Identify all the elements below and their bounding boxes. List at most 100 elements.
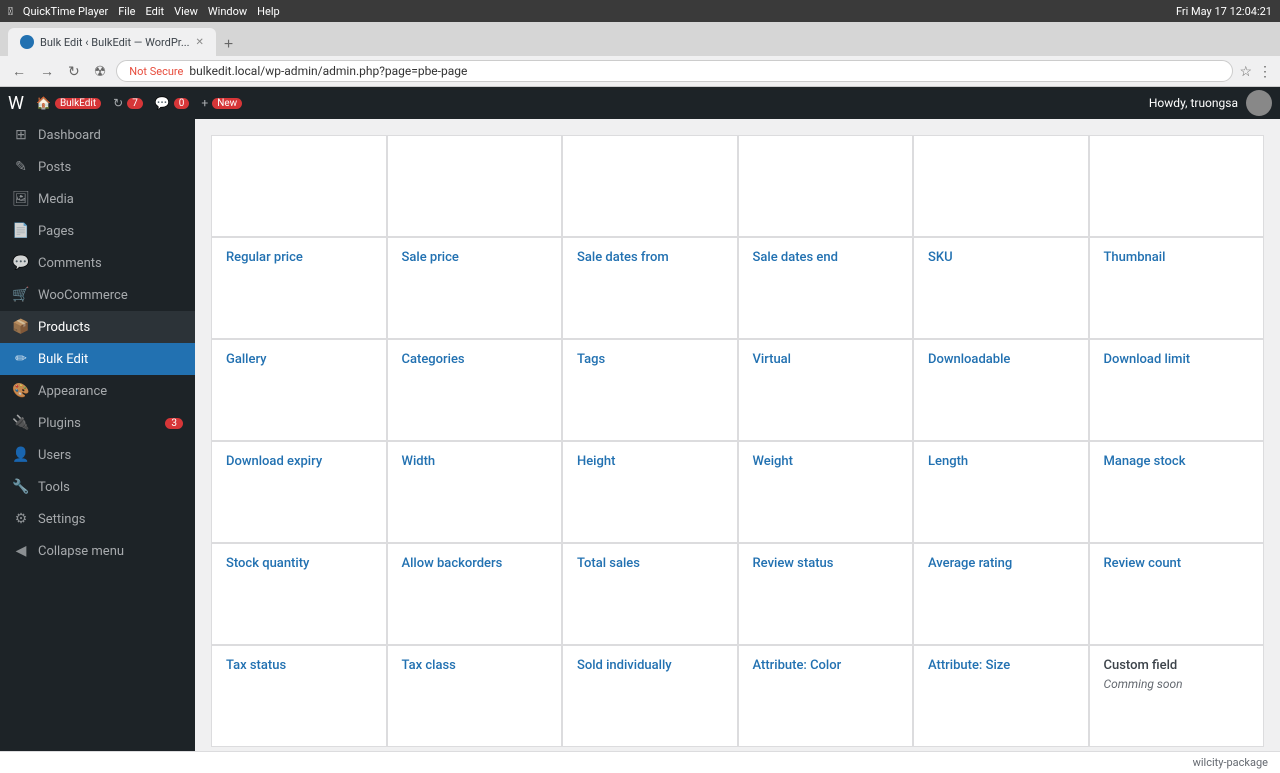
weight-link[interactable]: Weight	[753, 454, 899, 469]
field-cell-sold-individually[interactable]: Sold individually	[563, 646, 737, 746]
field-cell-sale-dates-from[interactable]: Sale dates from	[563, 238, 737, 338]
bookmark-button[interactable]: ☆	[1239, 63, 1252, 80]
sale-dates-end-link[interactable]: Sale dates end	[753, 250, 899, 265]
comments-count[interactable]: 💬 0	[155, 96, 190, 110]
width-link[interactable]: Width	[402, 454, 548, 469]
regular-price-link[interactable]: Regular price	[226, 250, 372, 265]
sidebar-item-media[interactable]: 🖼 Media	[0, 183, 195, 215]
height-link[interactable]: Height	[577, 454, 723, 469]
tags-link[interactable]: Tags	[577, 352, 723, 367]
sidebar-item-posts[interactable]: ✎ Posts	[0, 151, 195, 183]
download-limit-link[interactable]: Download limit	[1104, 352, 1250, 367]
new-content-button[interactable]: + New	[201, 96, 242, 110]
field-cell-virtual[interactable]: Virtual	[739, 340, 913, 440]
mac-app-name: QuickTime Player	[23, 5, 108, 18]
field-cell-tax-class[interactable]: Tax class	[388, 646, 562, 746]
field-cell-tags[interactable]: Tags	[563, 340, 737, 440]
sidebar-item-comments[interactable]: 💬 Comments	[0, 247, 195, 279]
field-cell-weight[interactable]: Weight	[739, 442, 913, 542]
updates-count[interactable]: ↻ 7	[113, 96, 143, 110]
tab-close-button[interactable]: ✕	[196, 37, 204, 48]
sale-price-link[interactable]: Sale price	[402, 250, 548, 265]
categories-link[interactable]: Categories	[402, 352, 548, 367]
sidebar-item-users[interactable]: 👤 Users	[0, 439, 195, 471]
field-cell-width[interactable]: Width	[388, 442, 562, 542]
field-cell-attribute-size[interactable]: Attribute: Size	[914, 646, 1088, 746]
field-cell-length[interactable]: Length	[914, 442, 1088, 542]
field-cell-allow-backorders[interactable]: Allow backorders	[388, 544, 562, 644]
mac-time: Fri May 17 12:04:21	[1176, 5, 1272, 18]
mac-menu-file[interactable]: File	[118, 5, 135, 18]
sidebar-label-dashboard: Dashboard	[38, 128, 101, 143]
sidebar-item-plugins[interactable]: 🔌 Plugins 3	[0, 407, 195, 439]
sku-link[interactable]: SKU	[928, 250, 1074, 265]
field-cell-thumbnail[interactable]: Thumbnail	[1090, 238, 1264, 338]
address-bar[interactable]: Not Secure bulkedit.local/wp-admin/admin…	[116, 60, 1233, 82]
apple-icon: 	[8, 5, 13, 18]
wp-logo: W	[8, 93, 24, 114]
field-cell-height[interactable]: Height	[563, 442, 737, 542]
package-label: wilcity-package	[1193, 756, 1268, 769]
total-sales-link[interactable]: Total sales	[577, 556, 723, 571]
length-link[interactable]: Length	[928, 454, 1074, 469]
sidebar-item-products[interactable]: 📦 Products	[0, 311, 195, 343]
field-cell-review-count[interactable]: Review count	[1090, 544, 1264, 644]
field-cell-sale-price[interactable]: Sale price	[388, 238, 562, 338]
sold-individually-link[interactable]: Sold individually	[577, 658, 723, 673]
mac-menu-help[interactable]: Help	[257, 5, 280, 18]
attribute-size-link[interactable]: Attribute: Size	[928, 658, 1074, 673]
downloadable-link[interactable]: Downloadable	[928, 352, 1074, 367]
sidebar-item-dashboard[interactable]: ⊞ Dashboard	[0, 119, 195, 151]
manage-stock-link[interactable]: Manage stock	[1104, 454, 1250, 469]
review-count-link[interactable]: Review count	[1104, 556, 1250, 571]
active-tab[interactable]: Bulk Edit ‹ BulkEdit — WordPr... ✕	[8, 28, 216, 56]
field-cell-review-status[interactable]: Review status	[739, 544, 913, 644]
thumbnail-link[interactable]: Thumbnail	[1104, 250, 1250, 265]
field-cell-manage-stock[interactable]: Manage stock	[1090, 442, 1264, 542]
field-cell-download-expiry[interactable]: Download expiry	[212, 442, 386, 542]
field-cell-attribute-color[interactable]: Attribute: Color	[739, 646, 913, 746]
mac-menu-window[interactable]: Window	[208, 5, 247, 18]
field-cell-sale-dates-end[interactable]: Sale dates end	[739, 238, 913, 338]
tax-class-link[interactable]: Tax class	[402, 658, 548, 673]
review-status-link[interactable]: Review status	[753, 556, 899, 571]
plugins-badge: 3	[165, 418, 183, 429]
field-cell-categories[interactable]: Categories	[388, 340, 562, 440]
back-button[interactable]: ←	[8, 61, 30, 81]
download-expiry-link[interactable]: Download expiry	[226, 454, 372, 469]
field-cell-regular-price[interactable]: Regular price	[212, 238, 386, 338]
field-cell-downloadable[interactable]: Downloadable	[914, 340, 1088, 440]
field-cell-gallery[interactable]: Gallery	[212, 340, 386, 440]
sidebar-item-collapse[interactable]: ◀ Collapse menu	[0, 535, 195, 567]
tax-status-link[interactable]: Tax status	[226, 658, 372, 673]
mac-menu-edit[interactable]: Edit	[145, 5, 164, 18]
refresh-button[interactable]: ↻	[64, 61, 84, 82]
sidebar-item-appearance[interactable]: 🎨 Appearance	[0, 375, 195, 407]
stock-quantity-link[interactable]: Stock quantity	[226, 556, 372, 571]
average-rating-link[interactable]: Average rating	[928, 556, 1074, 571]
field-cell-sku[interactable]: SKU	[914, 238, 1088, 338]
field-cell-download-limit[interactable]: Download limit	[1090, 340, 1264, 440]
allow-backorders-link[interactable]: Allow backorders	[402, 556, 548, 571]
site-name[interactable]: 🏠 BulkEdit	[36, 96, 101, 110]
virtual-link[interactable]: Virtual	[753, 352, 899, 367]
attribute-color-link[interactable]: Attribute: Color	[753, 658, 899, 673]
field-cell-tax-status[interactable]: Tax status	[212, 646, 386, 746]
sidebar-item-woocommerce[interactable]: 🛒 WooCommerce	[0, 279, 195, 311]
mac-bar-left:  QuickTime Player File Edit View Window…	[8, 5, 280, 18]
field-cell-total-sales[interactable]: Total sales	[563, 544, 737, 644]
mac-bar:  QuickTime Player File Edit View Window…	[0, 0, 1280, 22]
home-button[interactable]: ☢	[90, 61, 111, 82]
sidebar-item-bulk-edit[interactable]: ✏ Bulk Edit	[0, 343, 195, 375]
sidebar-item-tools[interactable]: 🔧 Tools	[0, 471, 195, 503]
forward-button[interactable]: →	[36, 61, 58, 81]
field-cell-stock-quantity[interactable]: Stock quantity	[212, 544, 386, 644]
extensions-button[interactable]: ⋮	[1258, 63, 1272, 80]
field-cell-average-rating[interactable]: Average rating	[914, 544, 1088, 644]
sale-dates-from-link[interactable]: Sale dates from	[577, 250, 723, 265]
new-tab-button[interactable]: +	[218, 34, 239, 56]
sidebar-item-settings[interactable]: ⚙ Settings	[0, 503, 195, 535]
gallery-link[interactable]: Gallery	[226, 352, 372, 367]
sidebar-item-pages[interactable]: 📄 Pages	[0, 215, 195, 247]
mac-menu-view[interactable]: View	[174, 5, 198, 18]
